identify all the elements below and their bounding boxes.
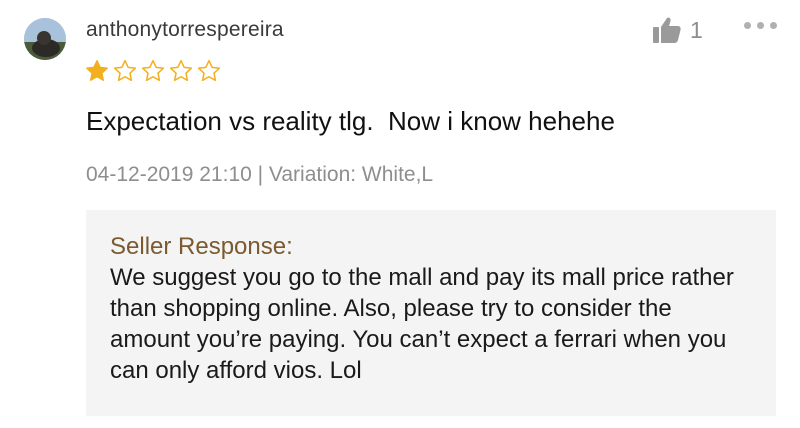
like-button[interactable]: 1: [652, 16, 703, 44]
like-count: 1: [690, 16, 703, 43]
star-empty-icon: [141, 59, 165, 82]
star-empty-icon: [113, 59, 137, 82]
seller-response-title: Seller Response:: [110, 233, 293, 260]
more-options-icon[interactable]: [744, 22, 777, 29]
seller-response-body: We suggest you go to the mall and pay it…: [110, 264, 734, 384]
reviewer-username[interactable]: anthonytorrespereira: [86, 18, 284, 42]
avatar[interactable]: [24, 18, 66, 60]
rating-stars: [84, 58, 222, 84]
more-dot: [757, 22, 764, 29]
seller-response-box: Seller Response: We suggest you go to th…: [86, 210, 776, 416]
review-meta: 04-12-2019 21:10 | Variation: White,L: [86, 163, 434, 186]
more-dot: [744, 22, 751, 29]
thumbs-up-icon: [653, 17, 681, 43]
star-filled-icon: [86, 60, 108, 81]
more-dot: [770, 22, 777, 29]
star-empty-icon: [197, 59, 221, 82]
review-comment: Expectation vs reality tlg. Now i know h…: [86, 106, 615, 136]
star-empty-icon: [169, 59, 193, 82]
